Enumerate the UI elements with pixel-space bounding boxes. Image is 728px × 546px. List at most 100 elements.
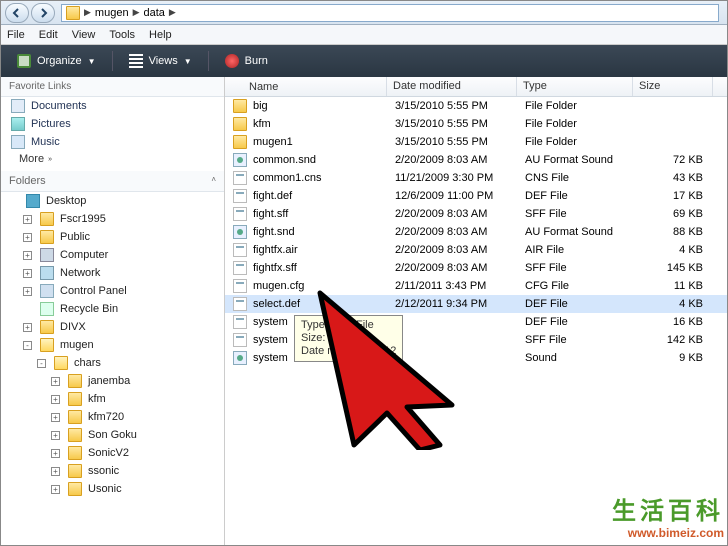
favorite-link[interactable]: Pictures	[1, 115, 224, 133]
file-icon	[233, 99, 247, 113]
tree-label: Fscr1995	[60, 213, 106, 225]
file-row[interactable]: common.snd2/20/2009 8:03 AMAU Format Sou…	[225, 151, 727, 169]
file-row[interactable]: big3/15/2010 5:55 PMFile Folder	[225, 97, 727, 115]
column-date[interactable]: Date modified	[387, 77, 517, 96]
column-size[interactable]: Size	[633, 77, 713, 96]
tree-item[interactable]: Recycle Bin	[1, 300, 224, 318]
file-row[interactable]: common1.cns11/21/2009 3:30 PMCNS File43 …	[225, 169, 727, 187]
file-date: 2/20/2009 8:03 AM	[395, 226, 525, 238]
file-icon	[233, 243, 247, 257]
file-type: AU Format Sound	[525, 226, 641, 238]
tree-item[interactable]: +kfm720	[1, 408, 224, 426]
forward-arrow-icon	[38, 8, 48, 18]
expand-toggle[interactable]: +	[51, 377, 60, 386]
tree-label: janemba	[88, 375, 130, 387]
favorite-link[interactable]: Music	[1, 133, 224, 151]
file-type: DEF File	[525, 316, 641, 328]
tree-item[interactable]: +Son Goku	[1, 426, 224, 444]
forward-button[interactable]	[31, 3, 55, 23]
file-type: SFF File	[525, 334, 641, 346]
breadcrumb-part[interactable]: mugen ▶	[95, 7, 140, 19]
expand-toggle[interactable]: +	[51, 449, 60, 458]
tree-label: SonicV2	[88, 447, 129, 459]
file-row[interactable]: kfm3/15/2010 5:55 PMFile Folder	[225, 115, 727, 133]
tree-item[interactable]: +kfm	[1, 390, 224, 408]
expand-toggle[interactable]: +	[23, 287, 32, 296]
desktop-icon	[26, 194, 40, 208]
menu-view[interactable]: View	[72, 29, 96, 41]
breadcrumb-part[interactable]: data ▶	[143, 7, 175, 19]
menu-help[interactable]: Help	[149, 29, 172, 41]
expand-toggle[interactable]: +	[51, 485, 60, 494]
file-name: fight.snd	[253, 226, 295, 238]
tree-item[interactable]: +Computer	[1, 246, 224, 264]
expand-toggle[interactable]: +	[23, 323, 32, 332]
expand-toggle[interactable]: +	[23, 215, 32, 224]
file-row[interactable]: fight.def12/6/2009 11:00 PMDEF File17 KB	[225, 187, 727, 205]
folders-header[interactable]: Folders ˄	[1, 171, 224, 192]
tree-item[interactable]: + janemba	[1, 372, 224, 390]
burn-icon	[225, 54, 239, 68]
folder-icon	[40, 230, 54, 244]
file-size: 72 KB	[641, 154, 721, 166]
tree-item[interactable]: +Usonic	[1, 480, 224, 498]
expand-toggle	[23, 305, 32, 314]
file-type: AU Format Sound	[525, 154, 641, 166]
folder-icon	[68, 392, 82, 406]
column-type[interactable]: Type	[517, 77, 633, 96]
file-row[interactable]: mugen13/15/2010 5:55 PMFile Folder	[225, 133, 727, 151]
burn-button[interactable]: Burn	[217, 51, 276, 71]
back-button[interactable]	[5, 3, 29, 23]
expand-toggle[interactable]: -	[23, 341, 32, 350]
chevron-down-icon: »	[48, 156, 52, 163]
folder-icon	[68, 446, 82, 460]
tree-item[interactable]: +ssonic	[1, 462, 224, 480]
expand-toggle[interactable]: +	[51, 431, 60, 440]
tree-item[interactable]: +Control Panel	[1, 282, 224, 300]
favorite-link[interactable]: Documents	[1, 97, 224, 115]
tree-item[interactable]: -chars	[1, 354, 224, 372]
doc-icon	[11, 99, 25, 113]
tree-item[interactable]: + SonicV2	[1, 444, 224, 462]
views-button[interactable]: Views ▼	[121, 51, 200, 71]
file-name: mugen1	[253, 136, 293, 148]
expand-toggle[interactable]: +	[23, 251, 32, 260]
folder-icon	[66, 6, 80, 20]
organize-button[interactable]: Organize ▼	[9, 51, 104, 71]
menu-edit[interactable]: Edit	[39, 29, 58, 41]
network-icon	[40, 266, 54, 280]
music-icon	[11, 135, 25, 149]
tree-item[interactable]: + Fscr1995	[1, 210, 224, 228]
tree-item[interactable]: Desktop	[1, 192, 224, 210]
breadcrumb[interactable]: ▶ mugen ▶ data ▶	[61, 4, 719, 22]
menu-file[interactable]: File	[7, 29, 25, 41]
folder-open-icon	[40, 338, 54, 352]
column-name[interactable]: Name	[225, 77, 387, 96]
tree-label: mugen	[60, 339, 94, 351]
file-row[interactable]: fight.snd 2/20/2009 8:03 AMAU Format Soun…	[225, 223, 727, 241]
expand-toggle[interactable]: +	[51, 395, 60, 404]
more-link[interactable]: More »	[1, 151, 224, 167]
watermark-text: 生活百科	[612, 491, 724, 526]
expand-toggle[interactable]: +	[23, 269, 32, 278]
expand-toggle[interactable]: +	[51, 467, 60, 476]
tree-item[interactable]: +Public	[1, 228, 224, 246]
file-row[interactable]: select.def2/12/2011 9:34 PMDEF File4 KB	[225, 295, 727, 313]
file-row[interactable]: fightfx.air2/20/2009 8:03 AMAIR File4 KB	[225, 241, 727, 259]
computer-icon	[40, 248, 54, 262]
views-icon	[129, 54, 143, 68]
tree-item[interactable]: +DIVX	[1, 318, 224, 336]
file-icon	[233, 351, 247, 365]
file-row[interactable]: mugen.cfg2/11/2011 3:43 PMCFG File11 KB	[225, 277, 727, 295]
file-size: 17 KB	[641, 190, 721, 202]
menu-tools[interactable]: Tools	[109, 29, 135, 41]
file-row[interactable]: fightfx.sff2/20/2009 8:03 AMSFF File145 …	[225, 259, 727, 277]
expand-toggle[interactable]: -	[37, 359, 46, 368]
file-date: 3/15/2010 5:55 PM	[395, 100, 525, 112]
tree-item[interactable]: +Network	[1, 264, 224, 282]
expand-toggle[interactable]: +	[51, 413, 60, 422]
file-icon	[233, 117, 247, 131]
file-row[interactable]: fight.sff2/20/2009 8:03 AMSFF File69 KB	[225, 205, 727, 223]
expand-toggle[interactable]: +	[23, 233, 32, 242]
tree-item[interactable]: - mugen	[1, 336, 224, 354]
